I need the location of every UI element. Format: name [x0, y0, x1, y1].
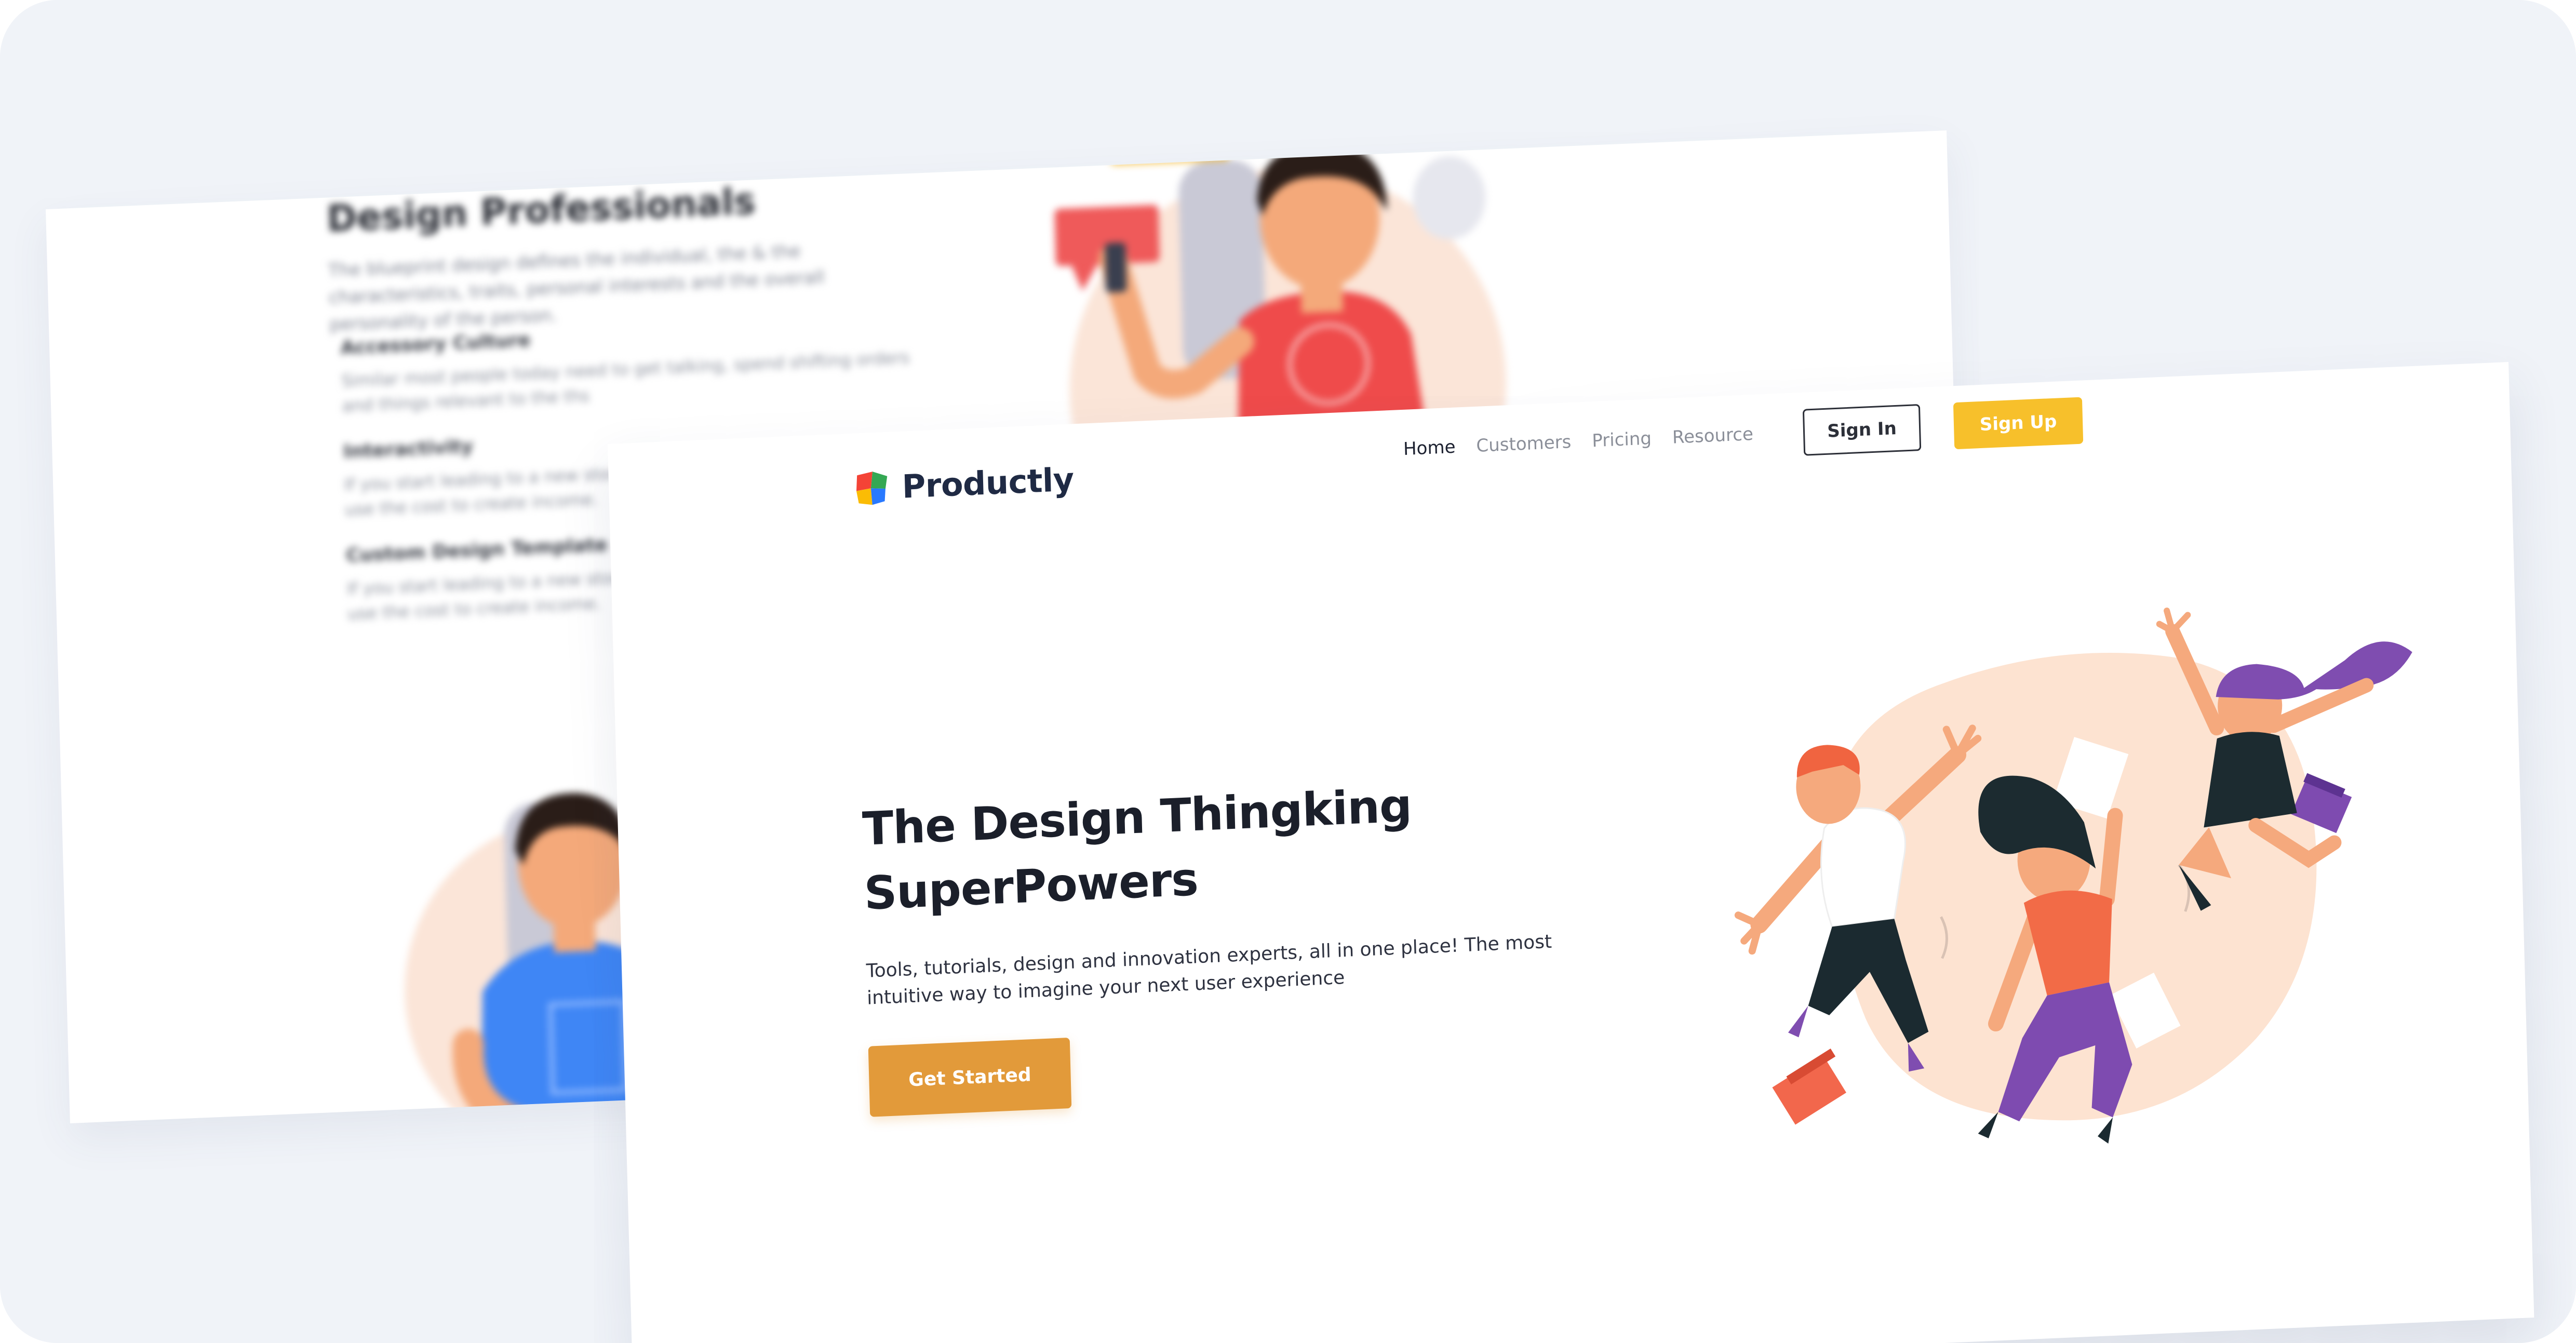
hero-title-line-2: SuperPowers — [863, 852, 1199, 920]
main-navigation: Home Customers Pricing Resource — [1403, 423, 1775, 460]
back-section-text: Similar most people today need to get ta… — [341, 347, 910, 416]
nav-link-home[interactable]: Home — [1403, 437, 1456, 460]
hero-title-line-1: The Design Thingking — [862, 778, 1413, 856]
back-page-title: Design Professionals — [326, 180, 756, 240]
hero-subtitle: Tools, tutorials, design and innovation … — [866, 931, 1552, 1009]
nav-link-pricing[interactable]: Pricing — [1592, 428, 1652, 451]
brand-logo[interactable]: Productly — [853, 460, 1075, 507]
sign-in-button[interactable]: Sign In — [1802, 404, 1922, 456]
nav-link-resource[interactable]: Resource — [1672, 424, 1753, 448]
hero-title: The Design Thingking SuperPowers — [862, 768, 1540, 926]
nav-link-customers[interactable]: Customers — [1476, 432, 1572, 456]
back-page-intro: The blueprint design defines the individ… — [328, 240, 825, 335]
get-started-button[interactable]: Get Started — [868, 1037, 1072, 1117]
back-section-heading: Interactivity — [343, 436, 474, 463]
brand-name: Productly — [901, 460, 1075, 506]
productly-landing-page: Productly Home Customers Pricing Resourc… — [608, 361, 2534, 1343]
canvas-background: Design Professionals The blueprint desig… — [0, 0, 2576, 1343]
three-people-jumping-illustration — [1734, 607, 2412, 1144]
productly-logo-icon — [856, 471, 888, 505]
sign-up-button[interactable]: Sign Up — [1953, 397, 2084, 450]
back-section-heading: Custom Design Template — [345, 534, 608, 567]
